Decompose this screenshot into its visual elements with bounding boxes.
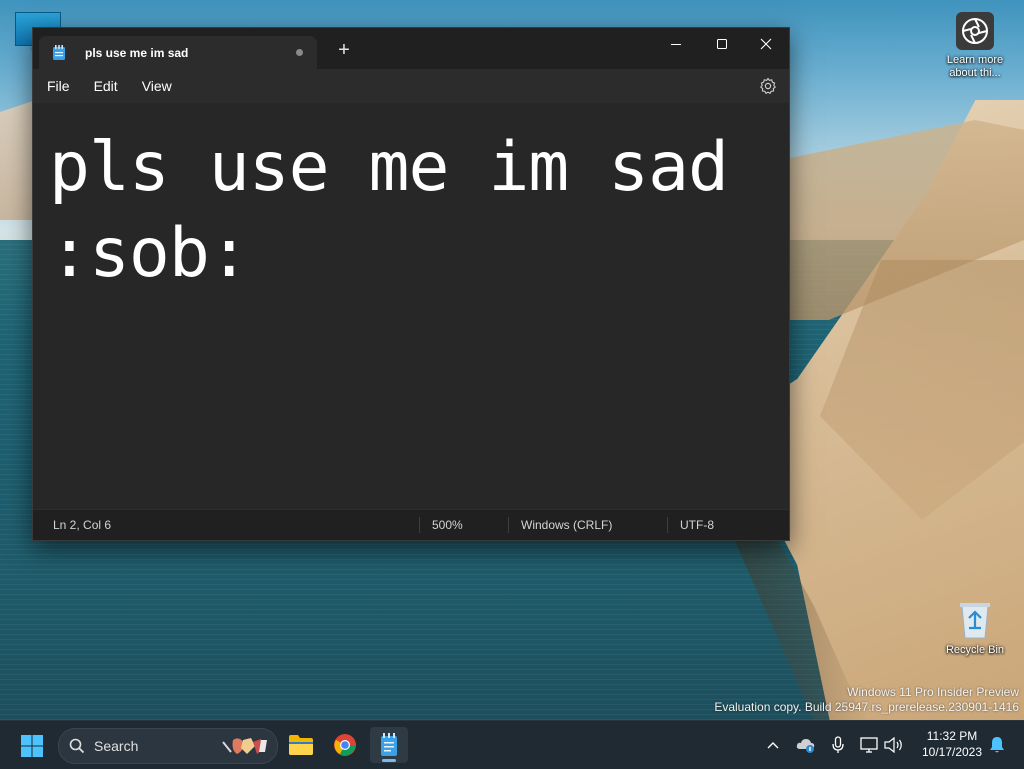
taskbar-clock[interactable]: 11:32 PM 10/17/2023 bbox=[916, 728, 988, 760]
unsaved-indicator-icon[interactable] bbox=[296, 49, 303, 56]
taskbar-file-explorer[interactable] bbox=[282, 727, 320, 763]
start-button[interactable] bbox=[20, 734, 44, 758]
menu-bar: File Edit View bbox=[33, 69, 789, 103]
desktop-icon-label: Recycle Bin bbox=[945, 644, 1005, 656]
clock-time: 11:32 PM bbox=[926, 729, 978, 743]
zoom-level[interactable]: 500% bbox=[420, 510, 508, 540]
windows-watermark: Windows 11 Pro Insider Preview Evaluatio… bbox=[714, 685, 1019, 715]
new-tab-button[interactable]: + bbox=[333, 40, 355, 62]
chrome-icon bbox=[334, 734, 356, 756]
windows-logo-icon bbox=[21, 735, 43, 757]
menu-edit[interactable]: Edit bbox=[82, 69, 130, 103]
notepad-icon bbox=[381, 733, 397, 756]
notepad-icon bbox=[51, 44, 67, 61]
line-ending[interactable]: Windows (CRLF) bbox=[509, 510, 667, 540]
menu-view[interactable]: View bbox=[130, 69, 184, 103]
cursor-position: Ln 2, Col 6 bbox=[53, 518, 112, 532]
document-content[interactable]: pls use me im sad :sob: bbox=[49, 125, 779, 297]
desktop-icon-recycle-bin[interactable]: Recycle Bin bbox=[935, 598, 1015, 657]
onedrive-cloud-icon bbox=[796, 739, 815, 753]
tab-title: pls use me im sad bbox=[85, 45, 189, 60]
microphone-icon bbox=[832, 736, 844, 753]
taskbar: Search 11:32 PM 10/17/2023 bbox=[0, 720, 1024, 769]
microphone-status[interactable] bbox=[828, 721, 848, 769]
watermark-build: Evaluation copy. Build 25947.rs_prerelea… bbox=[714, 700, 1019, 714]
speaker-icon bbox=[884, 737, 902, 753]
taskbar-search-box[interactable]: Search bbox=[58, 728, 278, 764]
document-tab[interactable]: pls use me im sad bbox=[39, 36, 317, 69]
gear-icon bbox=[760, 77, 776, 94]
network-status[interactable] bbox=[858, 721, 880, 769]
search-placeholder: Search bbox=[94, 738, 139, 754]
bell-icon bbox=[990, 737, 1004, 753]
search-icon bbox=[69, 738, 85, 754]
onedrive-status[interactable] bbox=[794, 721, 818, 769]
close-icon bbox=[760, 38, 772, 50]
encoding[interactable]: UTF-8 bbox=[668, 510, 772, 540]
maximize-button[interactable] bbox=[699, 28, 745, 60]
watermark-edition: Windows 11 Pro Insider Preview bbox=[847, 685, 1019, 699]
camera-icon bbox=[956, 12, 994, 50]
notifications-button[interactable] bbox=[986, 721, 1008, 769]
show-hidden-icons-button[interactable] bbox=[762, 721, 784, 769]
minimize-button[interactable] bbox=[653, 28, 699, 60]
notepad-window: pls use me im sad + File Edit View pls u… bbox=[32, 27, 790, 541]
text-editor[interactable]: pls use me im sad :sob: bbox=[33, 103, 789, 509]
close-button[interactable] bbox=[743, 28, 789, 60]
maximize-icon bbox=[717, 39, 727, 49]
search-highlight-icon bbox=[222, 738, 267, 754]
clock-date: 10/17/2023 bbox=[921, 745, 983, 759]
volume-status[interactable] bbox=[882, 721, 906, 769]
settings-button[interactable] bbox=[759, 77, 777, 95]
title-bar[interactable]: pls use me im sad + bbox=[33, 28, 789, 69]
network-monitor-icon bbox=[860, 737, 878, 753]
desktop-icon-learn-more[interactable]: Learn more about thi... bbox=[935, 12, 1015, 80]
menu-file[interactable]: File bbox=[35, 69, 82, 103]
status-bar: Ln 2, Col 6 500% Windows (CRLF) UTF-8 bbox=[33, 509, 789, 540]
minimize-icon bbox=[671, 44, 681, 45]
recycle-bin-icon bbox=[956, 598, 994, 640]
taskbar-chrome[interactable] bbox=[326, 727, 364, 763]
chevron-up-icon bbox=[767, 742, 779, 749]
desktop-icon-label: Learn more about thi... bbox=[946, 54, 1004, 79]
file-explorer-icon bbox=[289, 735, 313, 755]
taskbar-notepad[interactable] bbox=[370, 727, 408, 763]
